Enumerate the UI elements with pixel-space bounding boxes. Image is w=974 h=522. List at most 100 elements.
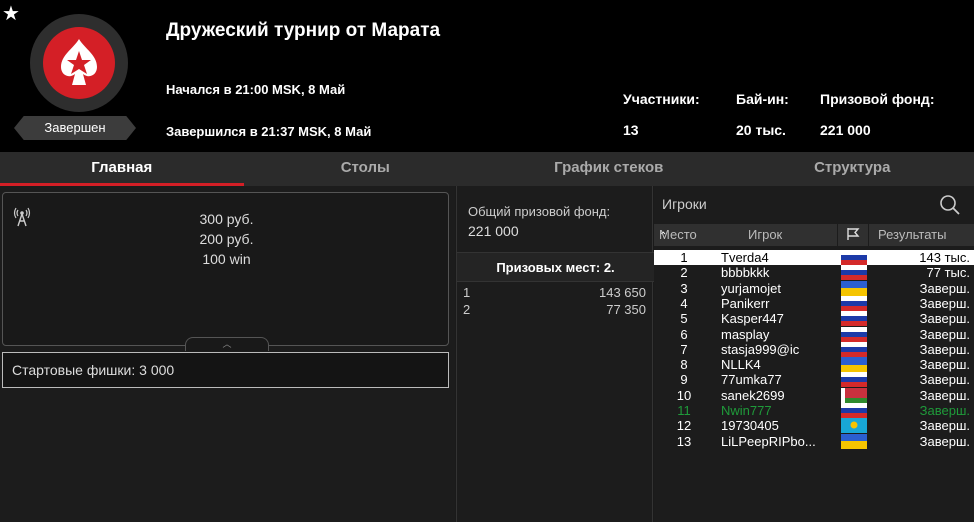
total-prize-pool-value: 221 000 [468,223,519,239]
player-place: 6 [680,326,688,342]
country-flag-icon [841,326,867,342]
tournament-header: ★ Завершен Дружеский турнир от Марата На… [0,0,974,152]
tab-tables[interactable]: Столы [244,152,488,186]
country-flag-icon [841,403,867,418]
column-country-flag-icon[interactable] [837,224,869,246]
player-result: Заверш. [919,387,970,403]
player-result: 77 тыс. [926,265,970,281]
lobby-tabs: Главная Столы График стеков Структура [0,152,974,186]
main-info-panel: 300 руб. 200 руб. 100 win ︿ Стартовые фи… [0,186,455,522]
paid-place-amount: 143 650 [599,285,646,300]
country-flag-icon [841,265,867,281]
prize-pool-panel: Общий призовой фонд: 221 000 Призовых ме… [456,186,654,522]
entrants-value: 13 [623,122,639,138]
player-name: bbbbkkk [721,265,770,281]
expand-chevron-icon[interactable]: ︿ [185,337,269,351]
player-place: 8 [680,357,688,373]
starting-chips-field: Стартовые фишки: 3 000 [2,352,449,388]
prize-line-3: 100 win [202,251,251,267]
player-row[interactable]: 5 Kasper447 Заверш. [654,311,974,327]
total-prize-pool-label: Общий призовой фонд: [468,204,611,219]
player-name: NLLK4 [721,357,761,373]
player-row[interactable]: 12 19730405 Заверш. [654,418,974,434]
tournament-lobby: ★ Завершен Дружеский турнир от Марата На… [0,0,974,522]
country-flag-icon [841,357,867,373]
start-time: Начался в 21:00 MSK, 8 Май [166,82,346,97]
player-row[interactable]: 4 Panikerr Заверш. [654,295,974,311]
player-row[interactable]: 11 Nwin777 Заверш. [654,403,974,418]
player-row[interactable]: 3 yurjamojet Заверш. [654,280,974,296]
pokerstars-logo [30,14,128,112]
player-name: 77umka77 [721,372,782,388]
paid-place-number: 2 [463,302,471,317]
player-result: Заверш. [919,341,970,357]
prize-line-1: 300 руб. [199,211,254,227]
player-place: 4 [680,295,688,311]
player-name: Kasper447 [721,311,784,327]
players-title: Игроки [662,196,707,212]
player-result: Заверш. [919,357,970,373]
favorite-star-icon[interactable]: ★ [2,4,22,24]
player-name: LiLPeepRIPbo... [721,433,816,449]
starting-chips-value: 3 000 [139,362,175,378]
country-flag-icon [841,341,867,357]
player-row[interactable]: 9 77umka77 Заверш. [654,372,974,388]
buyin-label: Бай-ин: [736,91,789,107]
player-place: 3 [680,280,688,296]
player-result: Заверш. [919,372,970,388]
prize-line-2: 200 руб. [199,231,254,247]
player-row[interactable]: 10 sanek2699 Заверш. [654,387,974,403]
prize-pool-value: 221 000 [820,122,871,138]
player-row[interactable]: 1 Tverda4 143 тыс. [654,250,974,265]
player-result: Заверш. [919,295,970,311]
tab-structure[interactable]: Структура [731,152,974,186]
player-name: Nwin777 [721,403,772,418]
paid-place-number: 1 [463,285,471,300]
player-place: 13 [676,433,692,449]
country-flag-icon [841,372,867,388]
starting-chips-label: Стартовые фишки: [12,362,136,378]
player-row[interactable]: 6 masplay Заверш. [654,326,974,342]
player-place: 7 [680,341,688,357]
player-result: Заверш. [919,403,970,418]
country-flag-icon [841,295,867,311]
player-row[interactable]: 8 NLLK4 Заверш. [654,357,974,373]
player-name: sanek2699 [721,387,785,403]
player-name: 19730405 [721,418,779,434]
player-place: 12 [676,418,692,434]
prize-pool-label: Призовой фонд: [820,91,935,107]
tab-stack-chart[interactable]: График стеков [487,152,731,186]
player-result: Заверш. [919,433,970,449]
country-flag-icon [841,250,867,265]
player-row[interactable]: 2 bbbbkkk 77 тыс. [654,265,974,281]
players-table-header: Место ⌃ Игрок Результаты [654,224,974,246]
paid-places-header: Призовых мест: 2. [457,252,654,282]
player-result: 143 тыс. [919,250,970,265]
column-place[interactable]: Место ⌃ [659,224,697,248]
player-name: Panikerr [721,295,770,311]
tab-main[interactable]: Главная [0,152,244,186]
player-row[interactable]: 13 LiLPeepRIPbo... Заверш. [654,433,974,449]
player-name: Tverda4 [721,250,769,265]
country-flag-icon [841,418,867,434]
column-results[interactable]: Результаты [878,224,946,246]
player-place: 10 [676,387,692,403]
spade-star-icon [43,27,115,99]
status-badge: Завершен [14,116,136,140]
player-place: 11 [677,403,691,418]
player-place: 1 [680,250,688,265]
column-player[interactable]: Игрок [748,224,782,246]
paid-place-amount: 77 350 [606,302,646,317]
player-name: yurjamojet [721,280,781,296]
player-place: 9 [680,372,688,388]
paid-place-row: 1 143 650 [457,284,654,301]
entrants-label: Участники: [623,91,700,107]
country-flag-icon [841,280,867,296]
players-panel: Игроки Место ⌃ Игрок Результаты 1 Tverda4… [654,186,974,522]
player-result: Заверш. [919,326,970,342]
player-row[interactable]: 7 stasja999@ic Заверш. [654,341,974,357]
tournament-title: Дружеский турнир от Марата [166,20,441,41]
search-icon[interactable] [939,194,961,216]
buyin-value: 20 тыс. [736,122,786,138]
player-place: 2 [680,265,688,281]
